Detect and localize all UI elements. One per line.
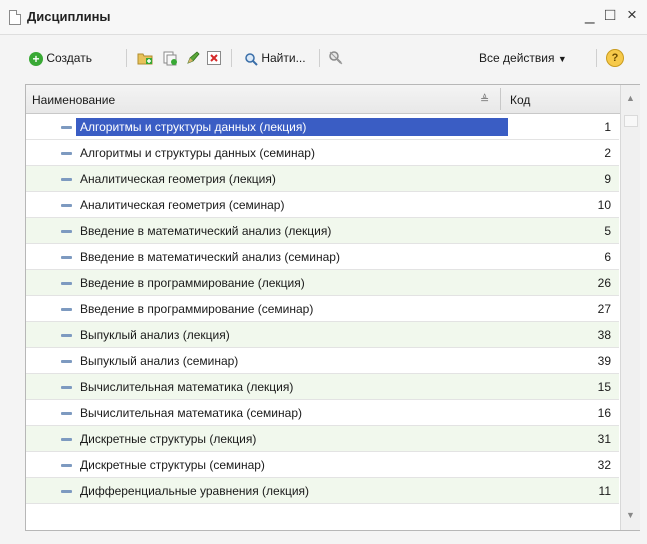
row-code: 38: [597, 328, 611, 342]
plus-icon: +: [29, 51, 43, 66]
row-name: Вычислительная математика (семинар): [80, 406, 302, 420]
item-marker-icon: [61, 256, 72, 259]
table-row[interactable]: Вычислительная математика (семинар) 16: [26, 400, 619, 426]
row-name: Дифференциальные уравнения (лекция): [80, 484, 310, 498]
item-marker-icon: [61, 334, 72, 337]
all-actions-menu[interactable]: Все действия ▼: [479, 46, 567, 70]
find-button[interactable]: Найти...: [244, 46, 306, 70]
row-name: Выпуклый анализ (семинар): [80, 354, 239, 368]
row-name: Введение в математический анализ (лекция…: [80, 224, 332, 238]
table-row[interactable]: Введение в программирование (семинар) 27: [26, 296, 619, 322]
table-row[interactable]: Выпуклый анализ (семинар) 39: [26, 348, 619, 374]
toolbar-separator: [596, 49, 597, 67]
row-code: 27: [597, 302, 611, 316]
scroll-down-icon[interactable]: ▼: [626, 510, 635, 520]
column-header-code[interactable]: Код: [510, 93, 530, 107]
item-marker-icon: [61, 308, 72, 311]
item-marker-icon: [61, 178, 72, 181]
row-name: Введение в программирование (семинар): [80, 302, 314, 316]
row-code: 15: [597, 380, 611, 394]
row-name: Введение в программирование (лекция): [80, 276, 305, 290]
row-code: 16: [597, 406, 611, 420]
table-row[interactable]: Дискретные структуры (лекция) 31: [26, 426, 619, 452]
close-button[interactable]: ×: [627, 5, 637, 25]
find-label: Найти...: [261, 51, 306, 65]
row-name: Дискретные структуры (лекция): [80, 432, 257, 446]
create-label: Создать: [46, 51, 92, 65]
item-marker-icon: [61, 152, 72, 155]
help-button[interactable]: ?: [606, 45, 624, 69]
item-marker-icon: [61, 282, 72, 285]
delete-mark-icon[interactable]: [206, 50, 222, 66]
column-divider[interactable]: [500, 88, 501, 110]
table-row[interactable]: Введение в математический анализ (семина…: [26, 244, 619, 270]
row-code: 39: [597, 354, 611, 368]
minimize-button[interactable]: _: [585, 5, 594, 25]
toolbar-separator: [319, 49, 320, 67]
row-name: Алгоритмы и структуры данных (лекция): [76, 118, 508, 136]
table-row[interactable]: Вычислительная математика (лекция) 15: [26, 374, 619, 400]
row-code: 32: [597, 458, 611, 472]
row-code: 9: [604, 172, 611, 186]
row-name: Аналитическая геометрия (лекция): [80, 172, 276, 186]
row-code: 1: [604, 120, 611, 134]
vertical-scrollbar[interactable]: ▲ ▼: [620, 85, 640, 530]
sort-icon[interactable]: ≜: [480, 93, 489, 106]
create-button[interactable]: + Создать: [29, 46, 92, 70]
edit-pencil-icon[interactable]: [185, 50, 201, 66]
table-header: Наименование ≜ Код: [26, 85, 639, 114]
help-icon: ?: [606, 49, 624, 67]
item-marker-icon: [61, 204, 72, 207]
table-row[interactable]: Введение в программирование (лекция) 26: [26, 270, 619, 296]
document-icon: [9, 10, 21, 25]
item-marker-icon: [61, 464, 72, 467]
item-marker-icon: [61, 230, 72, 233]
table-row[interactable]: Дифференциальные уравнения (лекция) 11: [26, 478, 619, 504]
row-code: 26: [597, 276, 611, 290]
table-row[interactable]: Аналитическая геометрия (семинар) 10: [26, 192, 619, 218]
toolbar-separator: [231, 49, 232, 67]
all-actions-label: Все действия: [479, 51, 555, 65]
toolbar-separator: [126, 49, 127, 67]
table-row[interactable]: Выпуклый анализ (лекция) 38: [26, 322, 619, 348]
item-marker-icon: [61, 490, 72, 493]
table-row[interactable]: Аналитическая геометрия (лекция) 9: [26, 166, 619, 192]
caret-down-icon: ▼: [557, 54, 567, 64]
row-name: Введение в математический анализ (семина…: [80, 250, 340, 264]
item-marker-icon: [61, 386, 72, 389]
scroll-up-icon[interactable]: ▲: [626, 93, 635, 103]
add-folder-icon[interactable]: [137, 50, 153, 66]
row-code: 11: [598, 484, 611, 498]
title-bar: Дисциплины _ □ ×: [0, 0, 647, 35]
table-row[interactable]: Дискретные структуры (семинар) 32: [26, 452, 619, 478]
item-marker-icon: [61, 412, 72, 415]
copy-icon[interactable]: [162, 50, 178, 66]
row-code: 10: [597, 198, 611, 212]
toolbar: + Создать Найти... Все действия ▼ ?: [0, 35, 647, 81]
row-name: Аналитическая геометрия (семинар): [80, 198, 285, 212]
magnifier-icon: [245, 53, 258, 66]
cancel-search-icon[interactable]: [328, 50, 344, 66]
row-name: Алгоритмы и структуры данных (семинар): [80, 146, 315, 160]
item-marker-icon: [61, 360, 72, 363]
table-row[interactable]: Алгоритмы и структуры данных (лекция) 1: [26, 114, 619, 140]
row-name: Вычислительная математика (лекция): [80, 380, 294, 394]
table-row[interactable]: Алгоритмы и структуры данных (семинар) 2: [26, 140, 619, 166]
row-code: 5: [604, 224, 611, 238]
item-marker-icon: [61, 438, 72, 441]
window-title: Дисциплины: [27, 9, 111, 24]
disciplines-table: Наименование ≜ Код Алгоритмы и структуры…: [25, 84, 640, 531]
item-marker-icon: [61, 126, 72, 129]
column-header-name[interactable]: Наименование: [32, 93, 115, 107]
row-name: Дискретные структуры (семинар): [80, 458, 265, 472]
row-code: 6: [604, 250, 611, 264]
scroll-thumb[interactable]: [624, 115, 638, 127]
table-row[interactable]: Введение в математический анализ (лекция…: [26, 218, 619, 244]
row-code: 31: [597, 432, 611, 446]
row-name: Выпуклый анализ (лекция): [80, 328, 230, 342]
maximize-button[interactable]: □: [605, 5, 615, 25]
row-code: 2: [604, 146, 611, 160]
